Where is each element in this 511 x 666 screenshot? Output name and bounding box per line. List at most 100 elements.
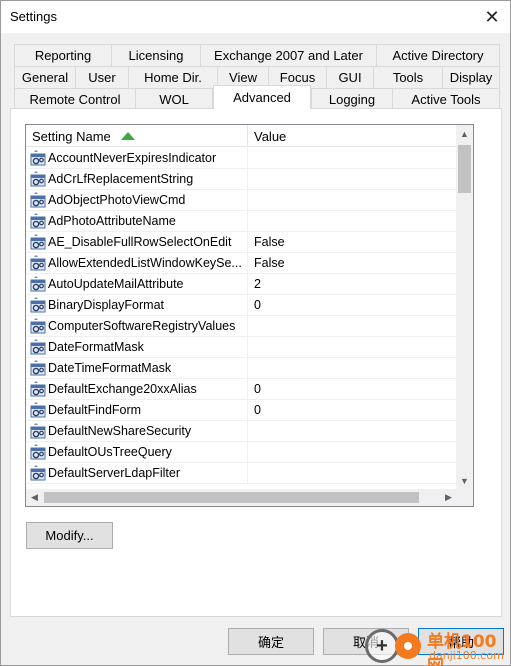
tab-display[interactable]: Display <box>442 66 500 88</box>
column-header-value[interactable]: Value <box>248 125 457 147</box>
tab-remote-control[interactable]: Remote Control <box>14 88 136 110</box>
settings-gears-icon <box>30 444 46 460</box>
setting-name-text: AdCrLfReplacementString <box>48 172 194 186</box>
setting-name-text: DateFormatMask <box>48 340 144 354</box>
list-item[interactable]: DateFormatMask <box>26 337 457 358</box>
horizontal-scrollbar[interactable]: ◀ ▶ <box>26 489 457 506</box>
list-item[interactable]: AdCrLfReplacementString <box>26 169 457 190</box>
tab-advanced[interactable]: Advanced <box>213 85 311 109</box>
setting-name-text: AdObjectPhotoViewCmd <box>48 193 186 207</box>
setting-value-cell <box>248 358 457 379</box>
list-item[interactable]: DefaultFindForm 0 <box>26 400 457 421</box>
list-item[interactable]: AccountNeverExpiresIndicator <box>26 148 457 169</box>
setting-name-cell: AdPhotoAttributeName <box>26 211 247 232</box>
title-bar: Settings ✕ <box>1 1 510 33</box>
setting-name-text: AE_DisableFullRowSelectOnEdit <box>48 235 232 249</box>
column-header-setting-name[interactable]: Setting Name <box>26 125 247 147</box>
settings-gears-icon <box>30 318 46 334</box>
setting-name-cell: AE_DisableFullRowSelectOnEdit <box>26 232 247 253</box>
list-item[interactable]: AutoUpdateMailAttribute 2 <box>26 274 457 295</box>
setting-name-text: DateTimeFormatMask <box>48 361 172 375</box>
setting-name-text: DefaultFindForm <box>48 403 142 417</box>
setting-name-cell: BinaryDisplayFormat <box>26 295 247 316</box>
setting-name-text: DefaultExchange20xxAlias <box>48 382 197 396</box>
setting-value-cell: 0 <box>254 403 261 417</box>
setting-value-cell <box>248 190 457 211</box>
setting-value-cell: False <box>254 235 285 249</box>
close-button[interactable]: ✕ <box>478 3 506 31</box>
settings-window: Settings ✕ Reporting Licensing Exchange … <box>0 0 511 666</box>
list-item[interactable]: DefaultExchange20xxAlias 0 <box>26 379 457 400</box>
settings-gears-icon <box>30 465 46 481</box>
tab-general[interactable]: General <box>14 66 76 88</box>
setting-name-cell: DateFormatMask <box>26 337 247 358</box>
setting-name-cell: DefaultFindForm <box>26 400 247 421</box>
list-item[interactable]: AllowExtendedListWindowKeySe... False <box>26 253 457 274</box>
tab-gui[interactable]: GUI <box>326 66 374 88</box>
tab-wol[interactable]: WOL <box>135 88 213 110</box>
setting-name-cell: AccountNeverExpiresIndicator <box>26 148 247 169</box>
setting-value-cell <box>248 421 457 442</box>
setting-value-cell <box>248 442 457 463</box>
vertical-scroll-thumb[interactable] <box>458 145 471 193</box>
column-header-label: Setting Name <box>32 128 111 144</box>
settings-list[interactable]: Setting Name Value AccountNeverExpiresIn… <box>25 124 474 507</box>
setting-name-cell: AllowExtendedListWindowKeySe... <box>26 253 247 274</box>
sort-ascending-icon <box>120 132 135 140</box>
setting-name-text: DefaultNewShareSecurity <box>48 424 192 438</box>
ok-button[interactable]: 确定 <box>228 628 314 655</box>
tab-active-directory[interactable]: Active Directory <box>376 44 500 66</box>
settings-gears-icon <box>30 360 46 376</box>
tab-reporting[interactable]: Reporting <box>14 44 112 66</box>
settings-gears-icon <box>30 171 46 187</box>
tab-exchange-2007[interactable]: Exchange 2007 and Later <box>200 44 377 66</box>
setting-name-cell: DefaultOUsTreeQuery <box>26 442 247 463</box>
watermark: + 单机100网 danji100.com <box>365 625 511 666</box>
setting-name-text: AllowExtendedListWindowKeySe... <box>48 256 242 270</box>
list-item[interactable]: DefaultOUsTreeQuery <box>26 442 457 463</box>
setting-name-text: AdPhotoAttributeName <box>48 214 176 228</box>
settings-gears-icon <box>30 381 46 397</box>
setting-value-cell: False <box>254 256 285 270</box>
list-item[interactable]: ComputerSoftwareRegistryValues <box>26 316 457 337</box>
setting-value-cell <box>248 211 457 232</box>
tab-logging[interactable]: Logging <box>311 88 393 110</box>
setting-value-cell: 2 <box>254 277 261 291</box>
setting-name-cell: AdObjectPhotoViewCmd <box>26 190 247 211</box>
setting-value-cell <box>248 148 457 169</box>
list-item[interactable]: BinaryDisplayFormat 0 <box>26 295 457 316</box>
tab-tools[interactable]: Tools <box>373 66 443 88</box>
setting-value-cell: 0 <box>254 382 261 396</box>
vertical-scrollbar[interactable]: ▲ ▼ <box>456 125 473 489</box>
watermark-dot-icon <box>395 633 421 659</box>
horizontal-scroll-thumb[interactable] <box>44 492 419 503</box>
settings-gears-icon <box>30 255 46 271</box>
modify-button[interactable]: Modify... <box>26 522 113 549</box>
tab-home-dir[interactable]: Home Dir. <box>128 66 218 88</box>
list-header: Setting Name Value <box>26 125 457 147</box>
window-title: Settings <box>10 9 57 24</box>
setting-name-cell: DefaultNewShareSecurity <box>26 421 247 442</box>
setting-value-cell: 0 <box>254 298 261 312</box>
setting-name-cell: DefaultServerLdapFilter <box>26 463 247 484</box>
watermark-domain: danji100.com <box>429 649 504 662</box>
scroll-up-icon[interactable]: ▲ <box>456 125 473 142</box>
list-item[interactable]: DefaultNewShareSecurity <box>26 421 457 442</box>
advanced-tab-panel: Setting Name Value AccountNeverExpiresIn… <box>10 108 502 617</box>
setting-value-cell <box>248 169 457 190</box>
list-item[interactable]: AdPhotoAttributeName <box>26 211 457 232</box>
scroll-down-icon[interactable]: ▼ <box>456 472 473 489</box>
list-item[interactable]: AdObjectPhotoViewCmd <box>26 190 457 211</box>
tab-active-tools[interactable]: Active Tools <box>392 88 500 110</box>
setting-value-cell <box>248 316 457 337</box>
tab-user[interactable]: User <box>75 66 129 88</box>
setting-name-text: BinaryDisplayFormat <box>48 298 165 312</box>
list-item[interactable]: DateTimeFormatMask <box>26 358 457 379</box>
scroll-right-icon[interactable]: ▶ <box>440 489 457 506</box>
scroll-left-icon[interactable]: ◀ <box>26 489 43 506</box>
tab-licensing[interactable]: Licensing <box>111 44 201 66</box>
list-item[interactable]: DefaultServerLdapFilter <box>26 463 457 484</box>
setting-value-cell <box>248 337 457 358</box>
setting-name-cell: AutoUpdateMailAttribute <box>26 274 247 295</box>
list-item[interactable]: AE_DisableFullRowSelectOnEdit False <box>26 232 457 253</box>
